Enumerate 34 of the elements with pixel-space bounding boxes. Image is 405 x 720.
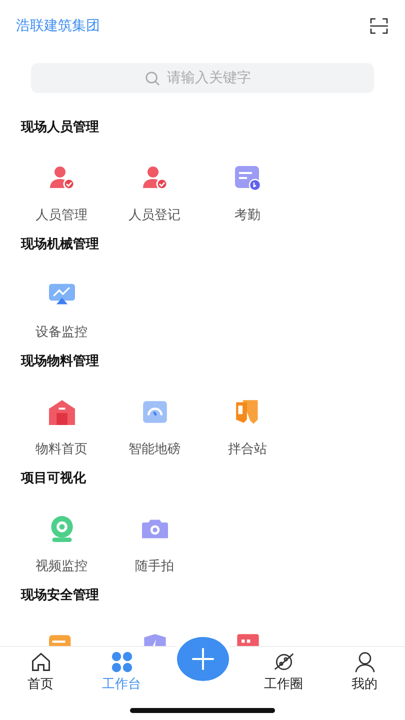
scan-icon[interactable]	[370, 18, 388, 34]
gauge-icon	[142, 399, 168, 425]
app-label[interactable]: 智能地磅	[128, 441, 180, 459]
document-phone-icon	[234, 165, 260, 191]
section-title: 现场机械管理	[20, 236, 100, 254]
person-check-icon	[48, 165, 74, 191]
app-label[interactable]: 设备监控	[36, 324, 88, 342]
user-icon	[354, 651, 376, 673]
app-label[interactable]: 拌合站	[228, 441, 267, 459]
home-icon	[30, 651, 52, 673]
app-label[interactable]: 人员登记	[128, 207, 180, 225]
plus-icon	[190, 646, 216, 672]
webcam-icon	[48, 516, 74, 542]
app-label[interactable]: 人员管理	[36, 207, 88, 225]
tab[interactable]: 我的	[324, 647, 405, 693]
app-label[interactable]: 视频监控	[36, 558, 88, 576]
add-button[interactable]	[176, 637, 228, 681]
warehouse-icon	[48, 399, 74, 425]
person-check-icon	[142, 165, 168, 191]
section-title: 现场安全管理	[20, 586, 100, 605]
search-icon	[145, 71, 160, 86]
search-field[interactable]: 请输入关键字	[31, 63, 374, 93]
mixer-icon	[234, 399, 260, 425]
company-name: 浩联建筑集团	[16, 17, 100, 35]
section-title: 现场物料管理	[20, 353, 100, 371]
section-title: 现场人员管理	[20, 119, 100, 137]
app-label[interactable]: 随手拍	[135, 558, 174, 576]
tab[interactable]: 首页	[0, 647, 81, 693]
grid-icon	[110, 651, 132, 673]
app-label[interactable]: 物料首页	[36, 441, 88, 459]
tab[interactable]: 工作圈	[243, 647, 324, 693]
app-label[interactable]: 考勤	[234, 207, 260, 225]
planet-icon	[272, 651, 294, 673]
section-title: 项目可视化	[20, 470, 87, 488]
